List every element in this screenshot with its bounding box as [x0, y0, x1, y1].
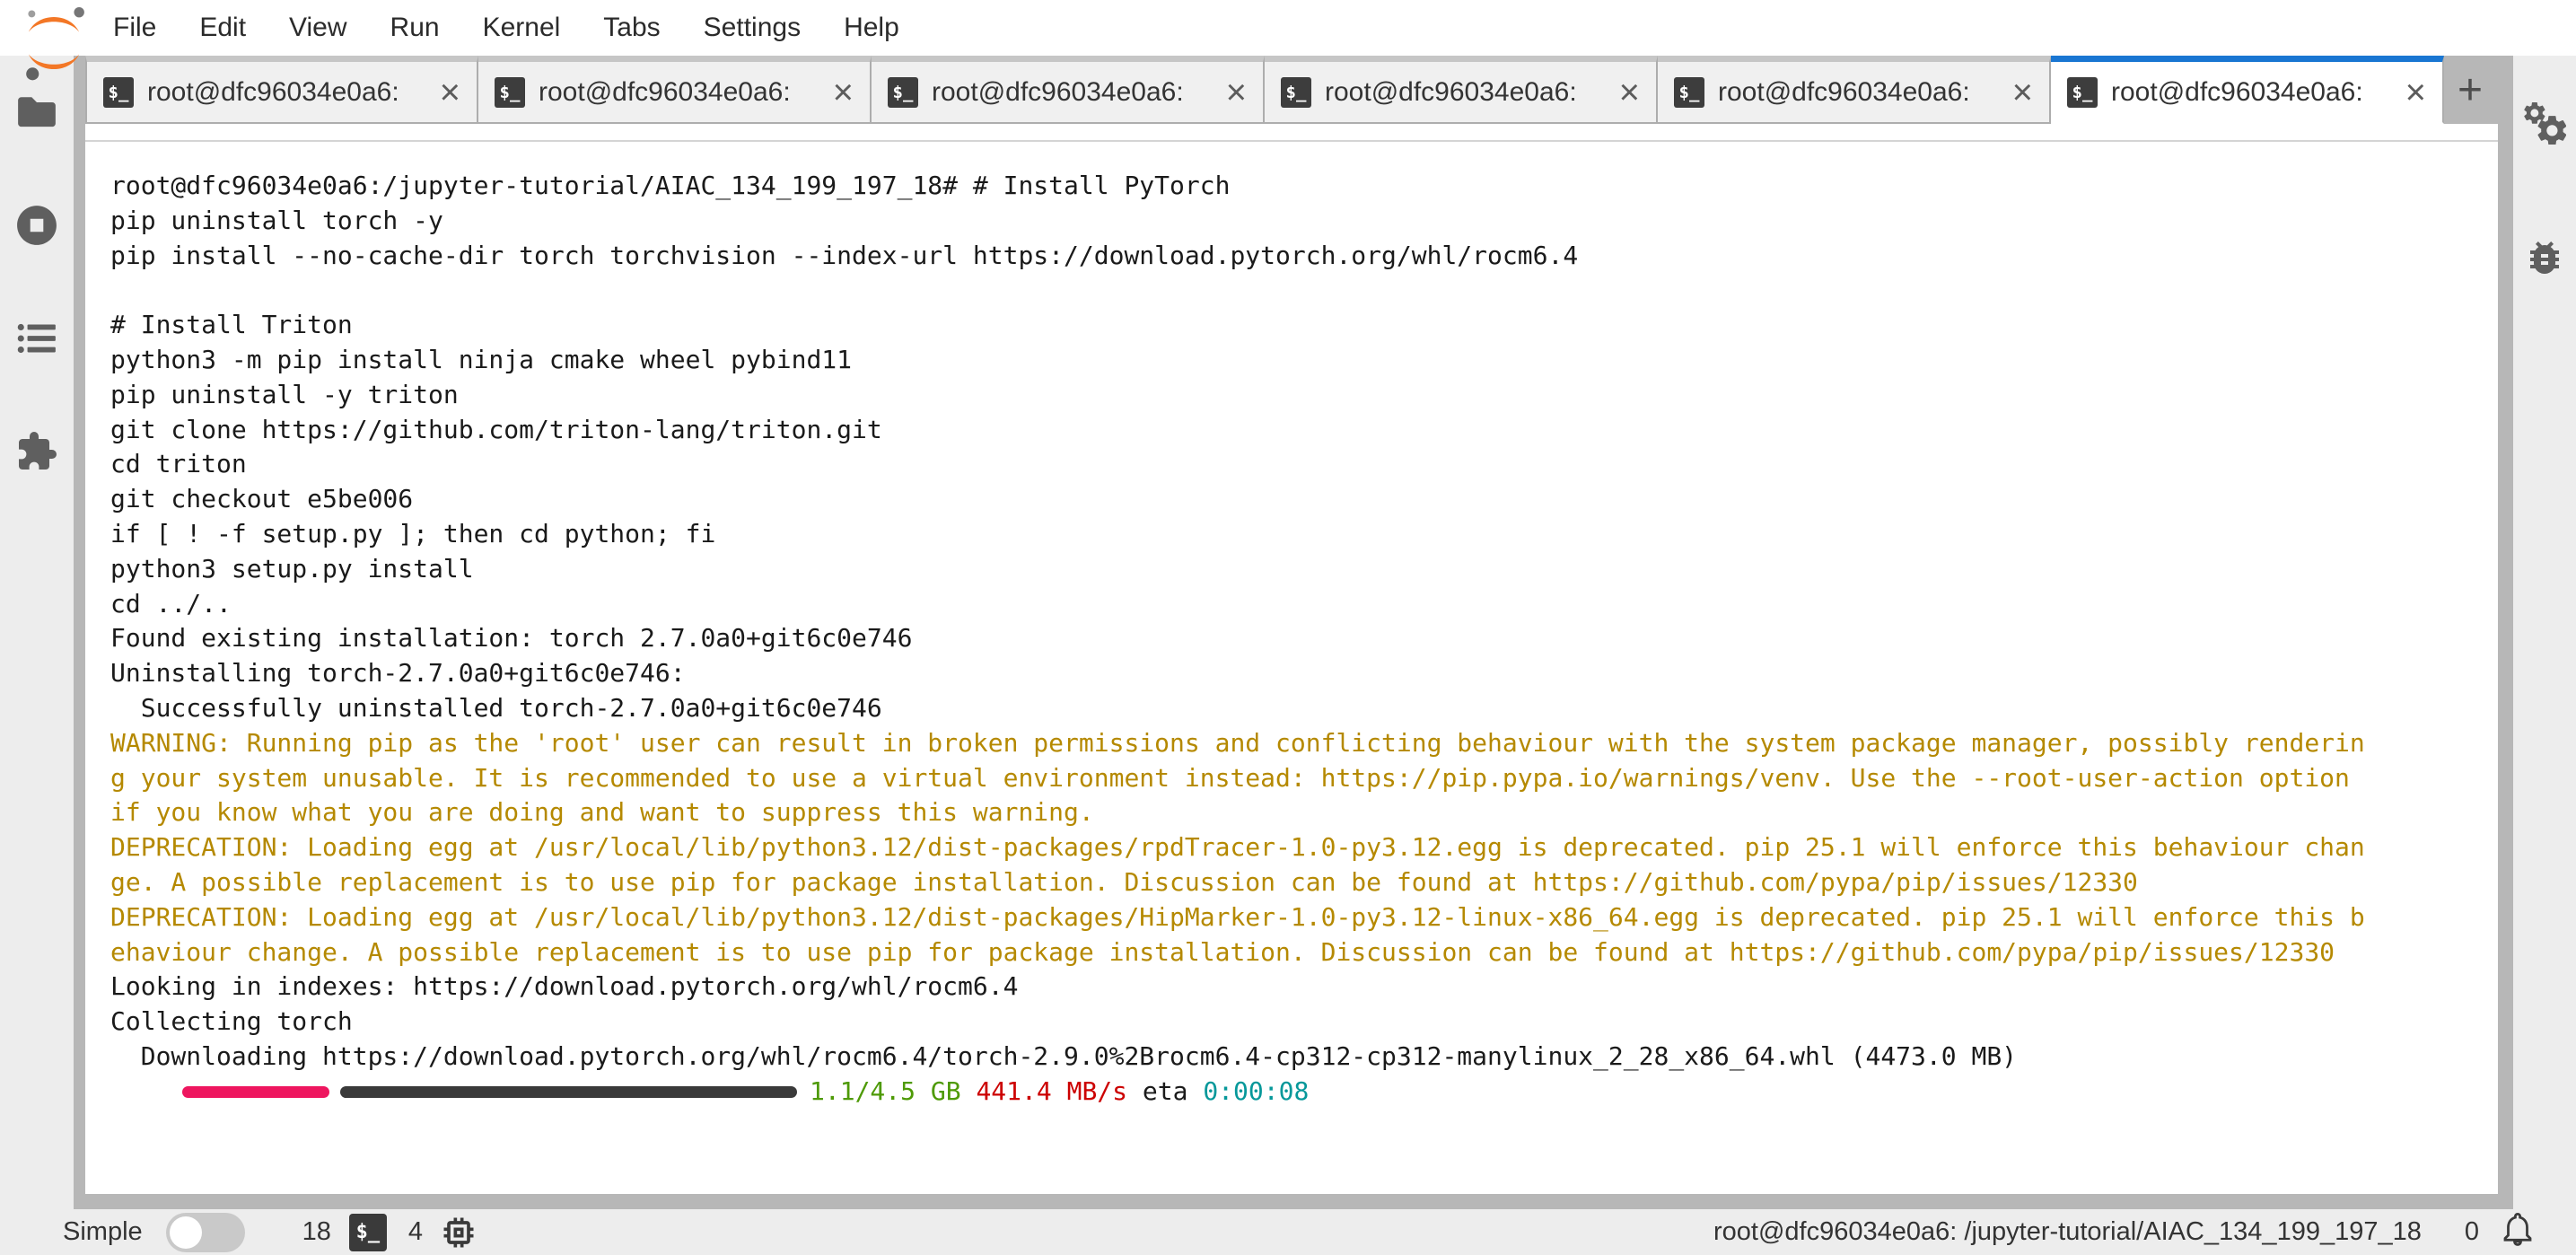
file-browser-icon[interactable]: [14, 90, 59, 135]
tab-close-icon[interactable]: ×: [440, 75, 460, 110]
terminal-line: git clone https://github.com/triton-lang…: [110, 413, 2484, 448]
kernel-icon: [439, 1213, 478, 1252]
bell-icon[interactable]: [2499, 1210, 2537, 1255]
terminal-line: ge. A possible replacement is to use pip…: [110, 865, 2484, 900]
session-path-label[interactable]: root@dfc96034e0a6: /jupyter-tutorial/AIA…: [1713, 1217, 2422, 1247]
extension-manager-icon[interactable]: [14, 429, 59, 474]
simple-mode-label: Simple: [63, 1217, 143, 1247]
tab-close-icon[interactable]: ×: [2012, 75, 2033, 110]
debugger-icon[interactable]: [2522, 235, 2567, 280]
tab-label: root@dfc96034e0a6:: [147, 77, 399, 108]
status-bar-left: Simple 18 $_ 4: [63, 1213, 478, 1252]
simple-mode-toggle[interactable]: [166, 1213, 245, 1252]
tab-label: root@dfc96034e0a6:: [2111, 77, 2363, 108]
terminal-line: pip uninstall -y triton: [110, 378, 2484, 413]
running-sessions-icon[interactable]: [14, 203, 59, 248]
terminal-line: pip install --no-cache-dir torch torchvi…: [110, 239, 2484, 274]
terminal-line: [110, 273, 2484, 308]
progress-stat: 1.1/4.5 GB: [810, 1075, 961, 1110]
tab-bar: $_ root@dfc96034e0a6: × $_ root@dfc96034e0a6…: [85, 56, 2496, 124]
terminal-line: g your system unusable. It is recommende…: [110, 761, 2484, 796]
terminal-line: if [ ! -f setup.py ]; then cd python; fi: [110, 517, 2484, 552]
menu-item-run[interactable]: Run: [369, 0, 461, 56]
terminal-tab-6[interactable]: $_ root@dfc96034e0a6: ×: [2051, 56, 2444, 124]
table-of-contents-icon[interactable]: [14, 316, 59, 361]
left-sidebar: [0, 56, 74, 1209]
tab-close-icon[interactable]: ×: [1619, 75, 1640, 110]
tab-label: root@dfc96034e0a6:: [1325, 77, 1577, 108]
terminal-icon: $_: [349, 1214, 387, 1251]
terminal-tab-1[interactable]: $_ root@dfc96034e0a6: ×: [85, 56, 478, 124]
terminal-line: Uninstalling torch-2.7.0a0+git6c0e746:: [110, 656, 2484, 691]
tab-close-icon[interactable]: ×: [1226, 75, 1247, 110]
terminal-line: python3 setup.py install: [110, 552, 2484, 587]
terminal-line: Successfully uninstalled torch-2.7.0a0+g…: [110, 691, 2484, 726]
terminal-tab-icon: $_: [1281, 77, 1311, 108]
status-bar-right: root@dfc96034e0a6: /jupyter-tutorial/AIA…: [1713, 1210, 2537, 1255]
terminal-tab-icon: $_: [1674, 77, 1704, 108]
terminal-line: cd triton: [110, 447, 2484, 482]
tab-label: root@dfc96034e0a6:: [1718, 77, 1970, 108]
progress-bar-remaining: [340, 1086, 797, 1098]
terminal-line: ehaviour change. A possible replacement …: [110, 935, 2484, 970]
terminal-tab-5[interactable]: $_ root@dfc96034e0a6: ×: [1658, 56, 2051, 124]
terminal-line: if you know what you are doing and want …: [110, 795, 2484, 830]
terminal-line: root@dfc96034e0a6:/jupyter-tutorial/AIAC…: [110, 169, 2484, 204]
menu-item-file[interactable]: File: [92, 0, 178, 56]
terminal-line: DEPRECATION: Loading egg at /usr/local/l…: [110, 900, 2484, 935]
progress-stat: eta: [1127, 1075, 1203, 1110]
terminal-line: 1.1/4.5 GB 441.4 MB/s eta 0:00:08: [110, 1075, 2484, 1110]
terminal-tab-icon: $_: [103, 77, 134, 108]
terminal-line: git checkout e5be006: [110, 482, 2484, 517]
terminal-line: # Install Triton: [110, 308, 2484, 343]
terminal-line: DEPRECATION: Loading egg at /usr/local/l…: [110, 830, 2484, 865]
jupyterlab-window: FileEditViewRunKernelTabsSettingsHelp: [0, 0, 2576, 1255]
terminal-tab-2[interactable]: $_ root@dfc96034e0a6: ×: [478, 56, 872, 124]
panel-divider: [85, 140, 2498, 142]
tab-close-icon[interactable]: ×: [2405, 75, 2426, 110]
dock-panel: $_ root@dfc96034e0a6: × $_ root@dfc96034e0a6…: [74, 56, 2513, 1209]
right-sidebar: [2513, 56, 2576, 1209]
terminal-tab-icon: $_: [495, 77, 525, 108]
terminal-tab-3[interactable]: $_ root@dfc96034e0a6: ×: [872, 56, 1265, 124]
terminal-line: cd ../..: [110, 587, 2484, 622]
menu-item-settings[interactable]: Settings: [682, 0, 822, 56]
terminal-line: Downloading https://download.pytorch.org…: [110, 1040, 2484, 1075]
terminal-panel[interactable]: root@dfc96034e0a6:/jupyter-tutorial/AIAC…: [85, 124, 2498, 1194]
jupyter-logo-icon: [14, 4, 93, 54]
menu-items: FileEditViewRunKernelTabsSettingsHelp: [92, 0, 921, 56]
terminal-line: Found existing installation: torch 2.7.0…: [110, 621, 2484, 656]
terminal-tab-icon: $_: [2067, 77, 2098, 108]
terminal-output: root@dfc96034e0a6:/jupyter-tutorial/AIAC…: [110, 169, 2484, 1110]
terminal-line: python3 -m pip install ninja cmake wheel…: [110, 343, 2484, 378]
tab-label: root@dfc96034e0a6:: [539, 77, 791, 108]
toggle-knob: [170, 1216, 202, 1249]
menu-item-kernel[interactable]: Kernel: [461, 0, 583, 56]
progress-stat: 0:00:08: [1203, 1075, 1309, 1110]
menu-item-view[interactable]: View: [267, 0, 368, 56]
status-bar: Simple 18 $_ 4 root@dfc96034e0a6: /jupyt…: [0, 1209, 2576, 1255]
progress-bar-complete: [182, 1086, 329, 1098]
notifications-count[interactable]: 0: [2465, 1217, 2479, 1247]
menu-item-tabs[interactable]: Tabs: [582, 0, 681, 56]
terminal-line: WARNING: Running pip as the 'root' user …: [110, 726, 2484, 761]
terminal-line: Looking in indexes: https://download.pyt…: [110, 970, 2484, 1005]
progress-stat: [961, 1075, 977, 1110]
terminals-count[interactable]: 18: [302, 1217, 331, 1247]
terminal-line: pip uninstall torch -y: [110, 204, 2484, 239]
terminal-tab-icon: $_: [888, 77, 918, 108]
property-inspector-icon[interactable]: [2522, 101, 2567, 145]
menu-item-edit[interactable]: Edit: [178, 0, 267, 56]
tab-close-icon[interactable]: ×: [833, 75, 854, 110]
terminal-line: Collecting torch: [110, 1005, 2484, 1040]
kernels-count[interactable]: 4: [408, 1217, 423, 1247]
terminal-tab-4[interactable]: $_ root@dfc96034e0a6: ×: [1265, 56, 1658, 124]
menu-item-help[interactable]: Help: [822, 0, 921, 56]
menu-bar: FileEditViewRunKernelTabsSettingsHelp: [0, 0, 2576, 56]
progress-stat: 441.4 MB/s: [976, 1075, 1127, 1110]
tab-label: root@dfc96034e0a6:: [932, 77, 1184, 108]
new-tab-button[interactable]: +: [2444, 56, 2496, 124]
